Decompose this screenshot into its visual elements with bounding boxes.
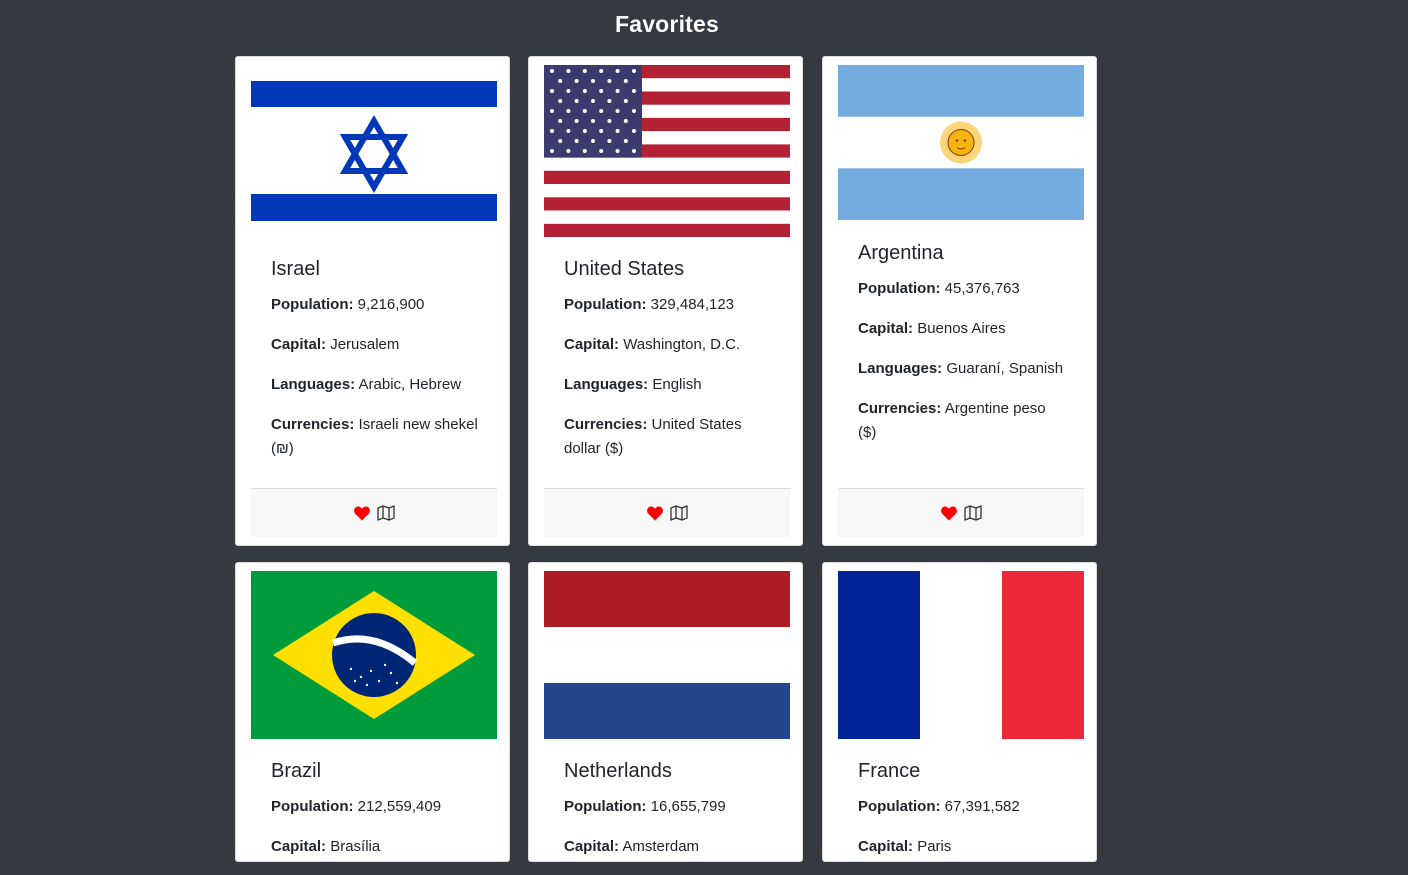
currencies-field: Currencies: United States dollar ($)	[564, 413, 772, 461]
country-card-france: France Population: 67,391,582 Capital: P…	[822, 562, 1097, 862]
capital-value: Buenos Aires	[917, 320, 1006, 337]
capital-label: Capital:	[858, 320, 914, 337]
population-field: Population: 9,216,900	[271, 293, 479, 317]
capital-value: Jerusalem	[330, 336, 400, 353]
population-label: Population:	[858, 280, 941, 297]
population-field: Population: 45,376,763	[858, 277, 1066, 301]
country-card-netherlands: Netherlands Population: 16,655,799 Capit…	[528, 562, 803, 862]
population-label: Population:	[858, 798, 941, 815]
languages-value: English	[652, 376, 702, 393]
capital-field: Capital: Buenos Aires	[858, 317, 1066, 341]
card-footer	[251, 488, 497, 537]
population-value: 212,559,409	[357, 798, 442, 815]
population-field: Population: 67,391,582	[858, 795, 1066, 819]
country-name: United States	[564, 258, 685, 280]
card-footer	[838, 488, 1084, 537]
flag-france	[838, 571, 1084, 743]
currencies-label: Currencies:	[564, 416, 648, 433]
capital-value: Washington, D.C.	[623, 336, 741, 353]
languages-value: Arabic, Hebrew	[358, 376, 462, 393]
card-footer	[544, 488, 790, 537]
population-label: Population:	[564, 798, 647, 815]
country-name: Israel	[271, 258, 320, 280]
population-value: 67,391,582	[944, 798, 1020, 815]
languages-field: Languages: Guaraní, Spanish	[858, 357, 1066, 381]
flag-argentina	[838, 65, 1084, 237]
flag-united-states	[544, 65, 790, 237]
capital-field: Capital: Paris	[858, 835, 1066, 859]
capital-label: Capital:	[564, 336, 620, 353]
languages-label: Languages:	[564, 376, 649, 393]
heart-icon[interactable]	[646, 505, 664, 521]
country-name: France	[858, 760, 921, 782]
map-icon[interactable]	[670, 505, 688, 521]
languages-label: Languages:	[271, 376, 356, 393]
country-card-united-states: United States Population: 329,484,123 Ca…	[528, 56, 803, 546]
country-card-argentina: Argentina Population: 45,376,763 Capital…	[822, 56, 1097, 546]
population-label: Population:	[271, 798, 354, 815]
country-card-brazil: Brazil Population: 212,559,409 Capital: …	[235, 562, 510, 862]
heart-icon[interactable]	[353, 505, 371, 521]
languages-value: Guaraní, Spanish	[946, 360, 1064, 377]
capital-field: Capital: Jerusalem	[271, 333, 479, 357]
population-value: 45,376,763	[944, 280, 1020, 297]
currencies-label: Currencies:	[271, 416, 355, 433]
country-name: Netherlands	[564, 760, 672, 782]
population-field: Population: 16,655,799	[564, 795, 772, 819]
currencies-label: Currencies:	[858, 400, 942, 417]
currencies-field: Currencies: Argentine peso ($)	[858, 397, 1066, 445]
flag-israel	[251, 65, 497, 237]
population-field: Population: 212,559,409	[271, 795, 479, 819]
languages-field: Languages: Arabic, Hebrew	[271, 373, 479, 397]
country-name: Argentina	[858, 242, 944, 264]
population-label: Population:	[564, 296, 647, 313]
population-value: 329,484,123	[650, 296, 735, 313]
currencies-field: Currencies: Israeli new shekel (₪)	[271, 413, 479, 461]
country-card-israel: Israel Population: 9,216,900 Capital: Je…	[235, 56, 510, 546]
flag-brazil	[251, 571, 497, 743]
languages-label: Languages:	[858, 360, 943, 377]
map-icon[interactable]	[964, 505, 982, 521]
capital-field: Capital: Washington, D.C.	[564, 333, 772, 357]
capital-label: Capital:	[271, 336, 327, 353]
population-field: Population: 329,484,123	[564, 293, 772, 317]
heart-icon[interactable]	[940, 505, 958, 521]
population-label: Population:	[271, 296, 354, 313]
population-value: 16,655,799	[650, 798, 726, 815]
capital-field: Capital: Brasília	[271, 835, 479, 859]
map-icon[interactable]	[377, 505, 395, 521]
country-name: Brazil	[271, 760, 322, 782]
capital-field: Capital: Amsterdam	[564, 835, 772, 859]
page-title: Favorites	[614, 11, 720, 37]
population-value: 9,216,900	[357, 296, 425, 313]
languages-field: Languages: English	[564, 373, 772, 397]
flag-netherlands	[544, 571, 790, 743]
